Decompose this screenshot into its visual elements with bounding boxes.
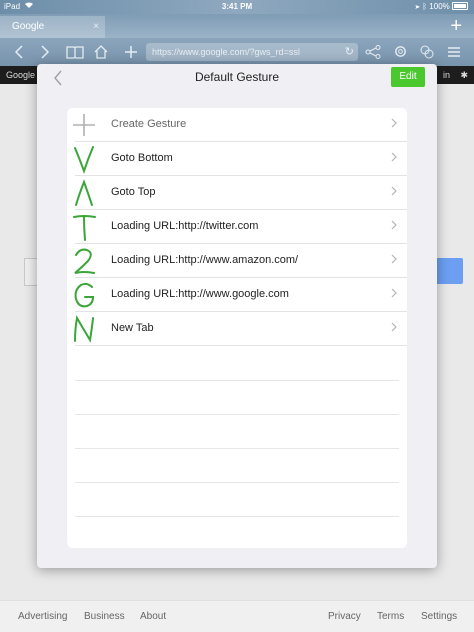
- list-item-label: Goto Bottom: [111, 152, 173, 164]
- chevron-right-icon: [391, 278, 397, 312]
- tab-close-icon[interactable]: ×: [93, 16, 99, 38]
- dialog-title: Default Gesture: [194, 70, 280, 84]
- list-item-amazon[interactable]: Loading URL:http://www.amazon.com/: [67, 244, 407, 278]
- home-icon[interactable]: [90, 38, 112, 66]
- chevron-right-icon: [391, 244, 397, 278]
- url-bar[interactable]: https://www.google.com/?gws_rd=ssl ↻: [146, 43, 358, 61]
- battery-percent: 100%: [429, 2, 450, 11]
- tab-google[interactable]: Google ×: [0, 16, 105, 38]
- gesture-n-icon: [71, 314, 97, 344]
- battery-icon: [452, 2, 468, 10]
- dialog-header: Default Gesture Edit: [37, 64, 437, 92]
- url-text: https://www.google.com/?gws_rd=ssl: [152, 47, 300, 57]
- gesture-two-icon: [71, 246, 97, 276]
- plus-icon: [71, 110, 97, 140]
- bookmarks-book-icon[interactable]: [64, 38, 86, 66]
- page-bar-signin[interactable]: in: [443, 66, 450, 84]
- settings-gear-icon[interactable]: [389, 38, 411, 66]
- empty-row-divider: [75, 380, 399, 381]
- list-item-new-tab[interactable]: New Tab: [67, 312, 407, 346]
- row-divider: [75, 345, 407, 346]
- footer-advertising[interactable]: Advertising: [18, 601, 67, 632]
- list-item-twitter[interactable]: Loading URL:http://twitter.com: [67, 210, 407, 244]
- chevron-right-icon: [391, 312, 397, 346]
- tab-bar: Google × +: [0, 14, 474, 38]
- status-right: ➤ ᛒ 100%: [415, 0, 468, 14]
- list-item-goto-bottom[interactable]: Goto Bottom: [67, 142, 407, 176]
- new-tab-button[interactable]: +: [450, 14, 462, 38]
- list-item-label: Loading URL:http://twitter.com: [111, 220, 259, 232]
- chevron-right-icon: [391, 142, 397, 176]
- status-bar: iPad 3:41 PM ➤ ᛒ 100%: [0, 0, 474, 14]
- share-icon[interactable]: [362, 38, 384, 66]
- gesture-caret-icon: [71, 178, 97, 208]
- browser-toolbar: https://www.google.com/?gws_rd=ssl ↻: [0, 38, 474, 66]
- bluetooth-icon: ᛒ: [422, 2, 428, 11]
- plus-icon[interactable]: [120, 38, 142, 66]
- list-item-label: New Tab: [111, 322, 154, 334]
- empty-row-divider: [75, 482, 399, 483]
- menu-icon[interactable]: [443, 38, 465, 66]
- status-time: 3:41 PM: [221, 2, 253, 11]
- list-item-label: Goto Top: [111, 186, 156, 198]
- back-arrow-icon[interactable]: [8, 38, 30, 66]
- list-item-google[interactable]: Loading URL:http://www.google.com: [67, 278, 407, 312]
- footer-privacy[interactable]: Privacy: [328, 601, 361, 632]
- page-settings-icon[interactable]: ✱: [460, 66, 468, 84]
- chevron-right-icon: [391, 210, 397, 244]
- gesture-g-icon: [71, 280, 97, 310]
- gesture-icon[interactable]: [416, 38, 438, 66]
- footer-business[interactable]: Business: [84, 601, 125, 632]
- gesture-t-icon: [71, 212, 97, 242]
- gesture-list: Create Gesture Goto Bottom Goto Top Load…: [67, 108, 407, 548]
- chevron-right-icon: [391, 176, 397, 210]
- list-item-label: Loading URL:http://www.google.com: [111, 288, 289, 300]
- location-icon: ➤: [415, 2, 421, 11]
- gesture-dialog: Default Gesture Edit Create Gesture Goto…: [37, 64, 437, 568]
- chevron-right-icon: [391, 108, 397, 142]
- refresh-icon[interactable]: ↻: [345, 43, 354, 61]
- tab-title: Google: [12, 21, 45, 32]
- list-item-label: Loading URL:http://www.amazon.com/: [111, 254, 299, 266]
- page-bar-google[interactable]: Google: [6, 66, 35, 84]
- gesture-v-icon: [71, 144, 97, 175]
- edit-button[interactable]: Edit: [391, 67, 425, 87]
- list-item-create-gesture[interactable]: Create Gesture: [67, 108, 407, 142]
- empty-row-divider: [75, 448, 399, 449]
- footer-terms[interactable]: Terms: [377, 601, 404, 632]
- list-item-label: Create Gesture: [111, 118, 187, 130]
- forward-arrow-icon[interactable]: [34, 38, 56, 66]
- empty-row-divider: [75, 516, 399, 517]
- footer-settings[interactable]: Settings: [421, 601, 457, 632]
- empty-row-divider: [75, 414, 399, 415]
- footer-about[interactable]: About: [140, 601, 166, 632]
- page-footer: Advertising Business About Privacy Terms…: [0, 600, 474, 632]
- list-item-goto-top[interactable]: Goto Top: [67, 176, 407, 210]
